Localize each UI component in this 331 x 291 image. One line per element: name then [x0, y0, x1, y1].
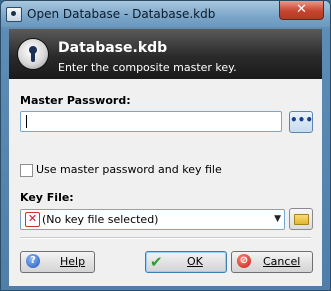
- checkmark-icon: ✔: [150, 253, 163, 271]
- key-file-selected-value: (No key file selected): [42, 213, 159, 226]
- folder-icon: [294, 214, 309, 225]
- help-button[interactable]: ? Help: [20, 251, 95, 273]
- cancel-icon: ⊘: [237, 254, 251, 268]
- open-database-dialog: Open Database - Database.kdb ✕ Database.…: [0, 0, 331, 291]
- window-title: Open Database - Database.kdb: [27, 7, 216, 21]
- close-button[interactable]: ✕: [279, 1, 324, 20]
- ok-button[interactable]: ✔ OK: [145, 251, 227, 273]
- key-file-dropdown[interactable]: ✕ (No key file selected) ▼: [20, 209, 285, 230]
- use-key-file-checkbox[interactable]: [20, 164, 33, 177]
- help-icon: ?: [26, 254, 40, 268]
- key-file-label: Key File:: [20, 191, 74, 204]
- keepass-lock-icon: [6, 7, 22, 22]
- banner-subtitle: Enter the composite master key.: [58, 61, 237, 74]
- dialog-content: Master Password: ••• Use master password…: [9, 79, 322, 286]
- header-banner: Database.kdb Enter the composite master …: [9, 29, 322, 79]
- keyhole-icon: [18, 39, 48, 69]
- use-key-file-label[interactable]: Use master password and key file: [36, 163, 222, 176]
- chevron-down-icon[interactable]: ▼: [274, 214, 281, 224]
- browse-key-file-button[interactable]: [289, 208, 313, 230]
- ok-button-label: OK: [187, 255, 203, 268]
- no-key-file-icon: ✕: [25, 212, 40, 227]
- separator-line: [20, 237, 311, 239]
- title-bar: Open Database - Database.kdb ✕: [1, 1, 330, 27]
- banner-title: Database.kdb: [58, 40, 168, 56]
- master-password-input[interactable]: [20, 111, 282, 132]
- show-password-button[interactable]: •••: [289, 111, 313, 133]
- keyhole-bottom: [31, 52, 35, 62]
- cancel-button-label: Cancel: [263, 255, 301, 268]
- master-password-label: Master Password:: [20, 94, 131, 107]
- help-button-label: Help: [60, 255, 86, 268]
- cancel-button[interactable]: ⊘ Cancel: [231, 251, 313, 273]
- text-caret: [26, 115, 27, 128]
